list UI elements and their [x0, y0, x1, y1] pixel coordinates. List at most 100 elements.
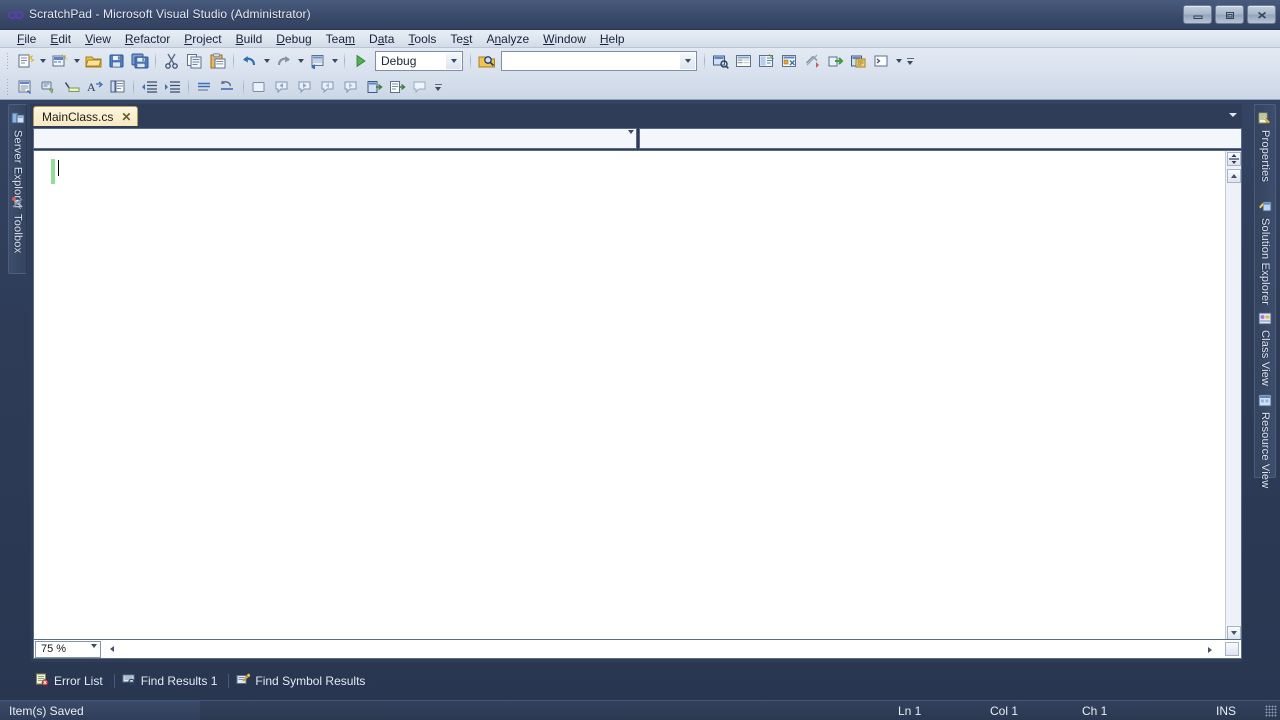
scroll-down-button[interactable]: [1227, 626, 1241, 639]
tab-list-dropdown-icon[interactable]: [1226, 108, 1240, 122]
toggle-bookmark-icon[interactable]: [248, 76, 271, 98]
tab-error-list[interactable]: Error List: [30, 671, 112, 691]
menu-tools[interactable]: Tools: [401, 30, 443, 48]
comment-selection-icon[interactable]: [193, 76, 216, 98]
restore-button[interactable]: [1215, 5, 1244, 24]
document-tab-mainclass[interactable]: MainClass.cs ✕: [33, 106, 139, 126]
menu-build[interactable]: Build: [229, 30, 270, 48]
find-in-files-icon[interactable]: [475, 50, 498, 72]
standard-toolbar-overflow-button[interactable]: [904, 50, 916, 72]
menu-team[interactable]: Team: [319, 30, 362, 48]
redo-dropdown[interactable]: [295, 50, 306, 72]
zoom-level-combo[interactable]: 75 %: [35, 640, 101, 660]
scroll-left-button[interactable]: [105, 642, 119, 656]
start-debugging-play-icon[interactable]: [349, 50, 372, 72]
menu-view[interactable]: View: [78, 30, 118, 48]
open-file-icon[interactable]: [82, 50, 105, 72]
sidebar-label-resource-view: Resource View: [1259, 412, 1271, 489]
next-bookmark-folder-icon[interactable]: [340, 76, 363, 98]
toolbox-icon[interactable]: [778, 50, 801, 72]
tab-find-symbol-results[interactable]: Find Symbol Results: [231, 671, 375, 691]
command-window-dropdown[interactable]: [893, 50, 904, 72]
paste-icon[interactable]: [206, 50, 229, 72]
new-project-icon[interactable]: [14, 50, 37, 72]
next-bookmark-icon[interactable]: [294, 76, 317, 98]
command-window-icon[interactable]: [870, 50, 893, 72]
sidebar-item-solution-explorer[interactable]: Solution Explorer: [1255, 197, 1275, 305]
cut-icon[interactable]: [160, 50, 183, 72]
menu-file[interactable]: FFileile: [10, 30, 43, 48]
find-combo-dropdown-icon[interactable]: [680, 53, 695, 69]
bookmark-window-icon[interactable]: [409, 76, 432, 98]
menu-edit[interactable]: Edit: [43, 30, 78, 48]
text-editor-toolbar-overflow-button[interactable]: [432, 76, 444, 98]
close-icon[interactable]: ✕: [121, 111, 131, 123]
sidebar-item-class-view[interactable]: Class View: [1255, 309, 1275, 386]
start-page-icon[interactable]: [824, 50, 847, 72]
resize-grip[interactable]: [1265, 705, 1277, 717]
menu-test[interactable]: Test: [443, 30, 479, 48]
scroll-right-button[interactable]: [1203, 643, 1217, 657]
redo-icon[interactable]: [272, 50, 295, 72]
toggle-outlining-icon[interactable]: [106, 76, 129, 98]
object-browser-icon[interactable]: [755, 50, 778, 72]
uncomment-selection-icon[interactable]: [216, 76, 239, 98]
increase-indent-icon[interactable]: [161, 76, 184, 98]
previous-bookmark-folder-icon[interactable]: [317, 76, 340, 98]
menu-analyze[interactable]: Analyze: [479, 30, 536, 48]
previous-bookmark-icon[interactable]: [271, 76, 294, 98]
menu-window[interactable]: Window: [536, 30, 593, 48]
undo-dropdown[interactable]: [261, 50, 272, 72]
clear-bookmarks-icon[interactable]: [363, 76, 386, 98]
menu-debug[interactable]: Debug: [269, 30, 318, 48]
new-item-icon[interactable]: [48, 50, 71, 72]
copy-icon[interactable]: [183, 50, 206, 72]
vertical-scrollbar[interactable]: [1225, 151, 1241, 639]
svg-text:A: A: [87, 80, 96, 94]
tab-find-results-1[interactable]: Find Results 1: [117, 671, 227, 691]
text-caret: [58, 160, 59, 176]
find-combo[interactable]: [501, 51, 697, 71]
display-parameter-info-icon[interactable]: [37, 76, 60, 98]
bottom-tool-window-tabs: Error List Find Results 1 Find Symbol Re…: [30, 670, 730, 692]
new-project-dropdown[interactable]: [37, 50, 48, 72]
close-button[interactable]: [1247, 5, 1276, 24]
type-dropdown[interactable]: [33, 128, 637, 149]
sidebar-item-resource-view[interactable]: Resource View: [1255, 391, 1275, 488]
solution-configuration-combo[interactable]: Debug: [375, 51, 463, 71]
type-dropdown-value: [34, 129, 39, 143]
toggle-all-bookmarks-icon[interactable]: [386, 76, 409, 98]
display-quick-info-icon[interactable]: [60, 76, 83, 98]
extension-manager-icon[interactable]: [847, 50, 870, 72]
zoom-dropdown-icon[interactable]: [91, 643, 97, 660]
properties-window-icon[interactable]: [732, 50, 755, 72]
solution-explorer-icon[interactable]: [709, 50, 732, 72]
save-icon[interactable]: [105, 50, 128, 72]
document-tab-strip: MainClass.cs ✕: [30, 104, 1242, 126]
toolbar-grip[interactable]: [6, 78, 10, 96]
display-word-completion-icon[interactable]: A: [83, 76, 106, 98]
member-dropdown[interactable]: [639, 128, 1242, 149]
decrease-indent-icon[interactable]: [138, 76, 161, 98]
sidebar-item-properties[interactable]: Properties: [1255, 109, 1275, 182]
code-editor-surface[interactable]: [33, 150, 1242, 640]
error-list-icon[interactable]: [801, 50, 824, 72]
navigate-backward-icon[interactable]: [306, 50, 329, 72]
save-all-icon[interactable]: [128, 50, 151, 72]
chevron-down-icon[interactable]: [628, 130, 634, 148]
scroll-up-button[interactable]: [1227, 169, 1241, 183]
menu-data[interactable]: Data: [362, 30, 401, 48]
menu-refactor[interactable]: Refactor: [118, 30, 177, 48]
display-object-member-list-icon[interactable]: [14, 76, 37, 98]
solution-configuration-dropdown-icon[interactable]: [446, 53, 461, 69]
editor-split-handle[interactable]: [1227, 152, 1241, 166]
navigate-backward-dropdown[interactable]: [329, 50, 340, 72]
status-message: Item(s) Saved: [0, 701, 200, 720]
sidebar-item-toolbox[interactable]: Toolbox: [9, 193, 26, 253]
undo-icon[interactable]: [238, 50, 261, 72]
menu-help[interactable]: Help: [593, 30, 632, 48]
new-item-dropdown[interactable]: [71, 50, 82, 72]
toolbar-grip[interactable]: [6, 52, 10, 70]
minimize-button[interactable]: [1183, 5, 1212, 24]
menu-project[interactable]: Project: [177, 30, 228, 48]
